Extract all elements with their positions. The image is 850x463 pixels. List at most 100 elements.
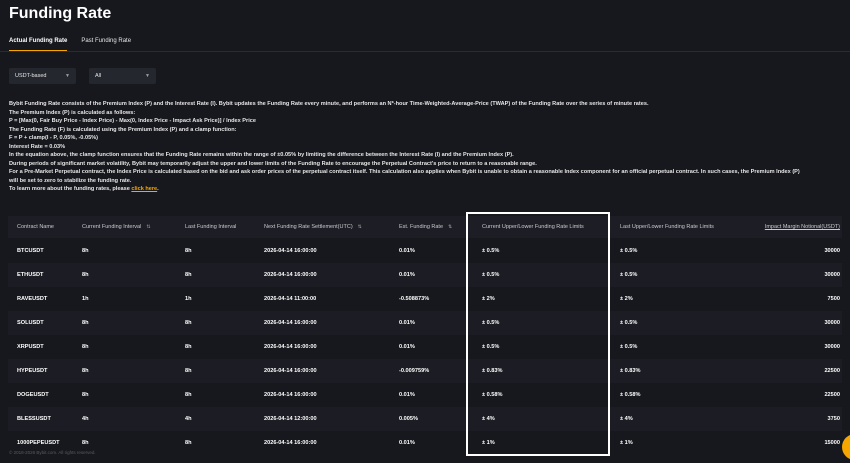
cell-next-settlement: 2026-04-14 12:00:00 xyxy=(264,416,317,422)
cell-impact-margin: 22500 xyxy=(824,392,840,398)
table-row[interactable]: BLESSUSDT 4h 4h 2026-04-14 12:00:00 0.005% ± … xyxy=(8,407,842,431)
cell-est-funding-rate: 0.01% xyxy=(399,344,415,350)
cell-next-settlement: 2026-04-14 16:00:00 xyxy=(264,272,317,278)
table-row[interactable]: RAVEUSDT 1h 1h 2026-04-14 11:00:00 -0.508873… xyxy=(8,287,842,311)
cell-next-settlement: 2026-04-14 16:00:00 xyxy=(264,368,317,374)
cell-current-interval: 8h xyxy=(82,248,89,254)
desc-line: To learn more about the funding rates, p… xyxy=(9,185,843,194)
category-value: All xyxy=(95,73,102,79)
learn-more-suffix: . xyxy=(157,186,159,192)
category-select[interactable]: All ▼ xyxy=(89,68,156,84)
cell-est-funding-rate: 0.01% xyxy=(399,320,415,326)
cell-current-limits: ± 2% xyxy=(482,296,495,302)
cell-last-interval: 8h xyxy=(185,440,192,446)
cell-contract-name: ETHUSDT xyxy=(17,272,44,278)
tab-actual-funding-rate[interactable]: Actual Funding Rate xyxy=(9,38,68,51)
cell-last-interval: 4h xyxy=(185,416,192,422)
desc-line: For a Pre-Market Perpetual contract, the… xyxy=(9,169,800,175)
table-row[interactable]: XRPUSDT 8h 8h 2026-04-14 16:00:00 0.01% ± 0.5… xyxy=(8,335,842,359)
funding-rate-description: Bybit Funding Rate consists of the Premi… xyxy=(9,100,843,194)
cell-current-interval: 8h xyxy=(82,344,89,350)
cell-last-limits: ± 1% xyxy=(620,440,633,446)
cell-impact-margin: 3750 xyxy=(827,416,840,422)
cell-last-interval: 8h xyxy=(185,368,192,374)
table-row[interactable]: HYPEUSDT 8h 8h 2026-04-14 16:00:00 -0.009759… xyxy=(8,359,842,383)
cell-last-limits: ± 0.5% xyxy=(620,272,638,278)
cell-contract-name: RAVEUSDT xyxy=(17,296,48,302)
cell-contract-name: DOGEUSDT xyxy=(17,392,49,398)
footer-copyright: © 2018-2026 Bybit.com. All rights reserv… xyxy=(9,450,96,455)
cell-impact-margin: 30000 xyxy=(824,248,840,254)
tabs-divider xyxy=(0,51,850,52)
cell-current-interval: 8h xyxy=(82,272,89,278)
learn-more-text: To learn more about the funding rates, p… xyxy=(9,186,132,192)
cell-last-limits: ± 4% xyxy=(620,416,633,422)
sort-icon[interactable]: ⇅ xyxy=(358,224,362,230)
cell-current-limits: ± 0.58% xyxy=(482,392,503,398)
table-row[interactable]: BTCUSDT 8h 8h 2026-04-14 16:00:00 0.01% ± 0.5… xyxy=(8,239,842,263)
cell-next-settlement: 2026-04-14 16:00:00 xyxy=(264,320,317,326)
header-last-funding-interval: Last Funding Interval xyxy=(185,224,237,230)
cell-impact-margin: 30000 xyxy=(824,320,840,326)
header-current-funding-interval[interactable]: Current Funding Interval ⇅ xyxy=(82,216,151,238)
header-last-limits: Last Upper/Lower Funding Rate Limits xyxy=(620,224,714,230)
cell-next-settlement: 2026-04-14 16:00:00 xyxy=(264,392,317,398)
desc-line: Interest Rate = 0.03% xyxy=(9,143,66,150)
header-contract-name: Contract Name xyxy=(17,224,54,230)
header-next-settlement[interactable]: Next Funding Rate Settlement(UTC) ⇅ xyxy=(264,216,362,238)
cell-next-settlement: 2026-04-14 16:00:00 xyxy=(264,440,317,446)
header-est-funding-rate[interactable]: Est. Funding Rate ⇅ xyxy=(399,216,452,238)
sort-icon[interactable]: ⇅ xyxy=(146,224,150,230)
cell-impact-margin: 30000 xyxy=(824,272,840,278)
cell-last-limits: ± 0.5% xyxy=(620,248,638,254)
table-row[interactable]: DOGEUSDT 8h 8h 2026-04-14 16:00:00 0.01% ± 0.… xyxy=(8,383,842,407)
cell-current-limits: ± 0.5% xyxy=(482,320,500,326)
chevron-down-icon: ▼ xyxy=(145,73,150,79)
cell-last-limits: ± 2% xyxy=(620,296,633,302)
cell-last-limits: ± 0.83% xyxy=(620,368,641,374)
cell-current-limits: ± 1% xyxy=(482,440,495,446)
cell-est-funding-rate: -0.508873% xyxy=(399,296,430,302)
cell-est-funding-rate: 0.005% xyxy=(399,416,418,422)
cell-next-settlement: 2026-04-14 16:00:00 xyxy=(264,248,317,254)
cell-current-interval: 8h xyxy=(82,392,89,398)
click-here-link[interactable]: click here xyxy=(131,186,157,192)
cell-last-interval: 8h xyxy=(185,344,192,350)
cell-impact-margin: 30000 xyxy=(824,344,840,350)
cell-impact-margin: 22500 xyxy=(824,368,840,374)
desc-line: The Funding Rate (F) is calculated using… xyxy=(9,126,237,133)
sort-icon[interactable]: ⇅ xyxy=(448,224,452,230)
desc-line: F = P + clamp(I - P, 0.05%, -0.05%) xyxy=(9,135,99,141)
cell-contract-name: BTCUSDT xyxy=(17,248,44,254)
cell-est-funding-rate: -0.009759% xyxy=(399,368,430,374)
cell-last-interval: 8h xyxy=(185,392,192,398)
cell-current-interval: 1h xyxy=(82,296,89,302)
table-row[interactable]: ETHUSDT 8h 8h 2026-04-14 16:00:00 0.01% ± 0.5… xyxy=(8,263,842,287)
cell-current-limits: ± 0.5% xyxy=(482,344,500,350)
contract-type-select[interactable]: USDT-based ▼ xyxy=(9,68,76,84)
table-row[interactable]: SOLUSDT 8h 8h 2026-04-14 16:00:00 0.01% ± 0.5… xyxy=(8,311,842,335)
cell-last-limits: ± 0.5% xyxy=(620,344,638,350)
cell-contract-name: SOLUSDT xyxy=(17,320,44,326)
cell-impact-margin: 7500 xyxy=(827,296,840,302)
help-chat-button[interactable] xyxy=(842,434,850,460)
header-current-limits: Current Upper/Lower Funding Rate Limits xyxy=(482,224,584,230)
cell-last-interval: 8h xyxy=(185,272,192,278)
cell-est-funding-rate: 0.01% xyxy=(399,248,415,254)
cell-est-funding-rate: 0.01% xyxy=(399,392,415,398)
cell-last-interval: 8h xyxy=(185,248,192,254)
cell-est-funding-rate: 0.01% xyxy=(399,440,415,446)
header-impact-margin-notional[interactable]: Impact Margin Notional(USDT) xyxy=(765,216,840,238)
cell-contract-name: HYPEUSDT xyxy=(17,368,48,374)
chevron-down-icon: ▼ xyxy=(65,73,70,79)
cell-current-limits: ± 4% xyxy=(482,416,495,422)
desc-line: During periods of significant market vol… xyxy=(9,160,537,167)
cell-last-limits: ± 0.58% xyxy=(620,392,641,398)
cell-current-interval: 8h xyxy=(82,368,89,374)
tab-past-funding-rate[interactable]: Past Funding Rate xyxy=(81,38,131,51)
table-row[interactable]: 1000PEPEUSDT 8h 8h 2026-04-14 16:00:00 0.01%… xyxy=(8,431,842,455)
cell-impact-margin: 15000 xyxy=(824,440,840,446)
tab-bar: Actual Funding Rate Past Funding Rate xyxy=(9,38,131,51)
cell-current-interval: 8h xyxy=(82,320,89,326)
desc-line: The Premium Index (P) is calculated as f… xyxy=(9,109,136,116)
